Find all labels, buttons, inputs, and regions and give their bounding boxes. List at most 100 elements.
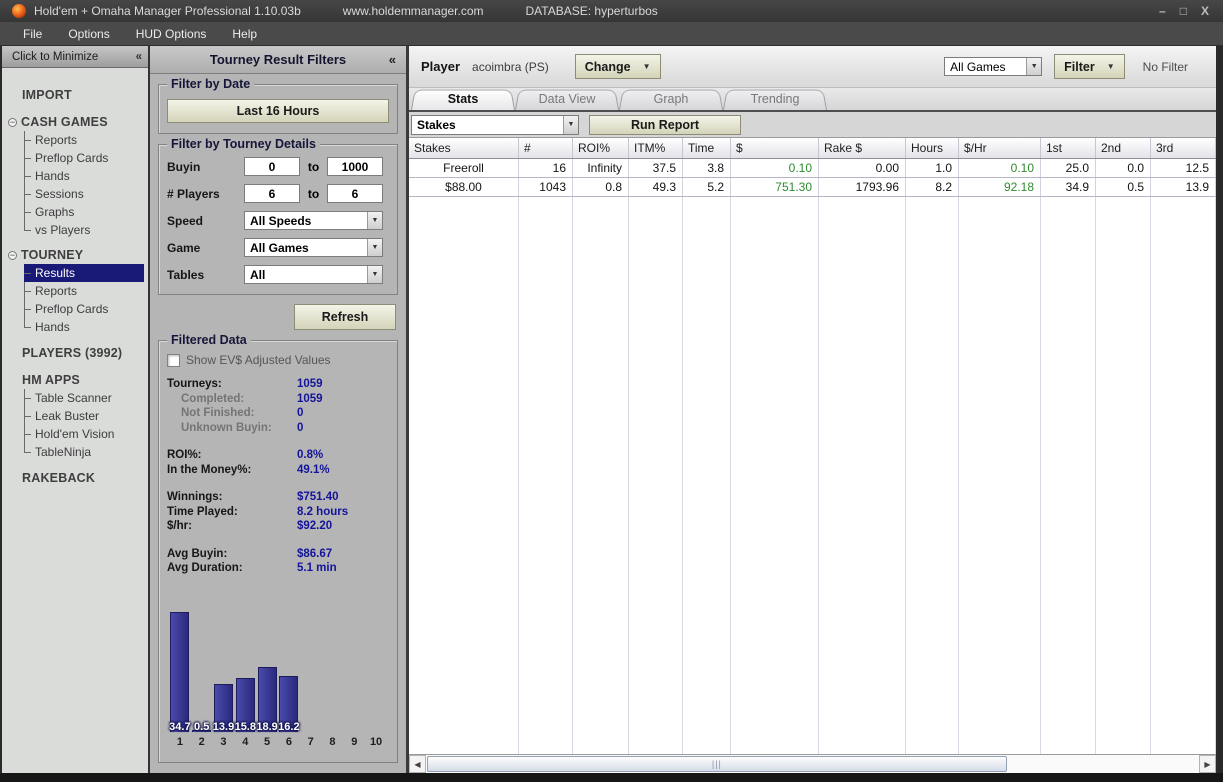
sidebar-item-tourney[interactable]: − TOURNEY [2,245,148,264]
stat-value: 5.1 min [297,562,337,574]
scrollbar-track[interactable]: ||| [426,755,1199,773]
buyin-to-input[interactable] [327,157,383,176]
sidebar-item-hm-apps[interactable]: HM APPS [2,370,148,389]
scroll-right-arrow-icon[interactable]: ▶ [1199,755,1216,773]
players-from-input[interactable] [244,184,300,203]
sidebar-item-import[interactable]: IMPORT [2,84,148,106]
col-header-itm[interactable]: ITM% [629,138,683,158]
sidebar-item-holdem-vision[interactable]: Hold'em Vision [24,425,144,443]
title-bar: Hold'em + Omaha Manager Professional 1.1… [0,0,1223,22]
chart-bar-value-label: 16.2 [278,721,300,733]
sidebar-item-tableninja[interactable]: TableNinja [24,443,144,461]
chevron-down-icon[interactable]: ▼ [563,115,578,134]
run-report-button[interactable]: Run Report [589,114,741,135]
tab-data-view[interactable]: Data View [515,88,619,110]
to-label: to [307,186,320,201]
tab-graph[interactable]: Graph [619,88,723,110]
minimize-button[interactable]: – [1159,5,1166,17]
sidebar-item-cash-preflop-cards[interactable]: Preflop Cards [24,149,144,167]
collapse-tree-icon[interactable]: − [8,117,17,127]
sidebar-item-cash-graphs[interactable]: Graphs [24,203,144,221]
scroll-left-arrow-icon[interactable]: ◀ [409,755,426,773]
collapse-panel-icon[interactable]: « [389,52,396,67]
tab-stats[interactable]: Stats [411,88,515,110]
chart-tick-label: 10 [369,736,383,748]
buyin-from-input[interactable] [244,157,300,176]
scrollbar-thumb[interactable]: ||| [427,756,1007,772]
filter-panel-title: Tourney Result Filters [209,52,347,67]
menu-hud-options[interactable]: HUD Options [123,23,220,45]
col-header-count[interactable]: # [519,138,573,158]
cell-time: 5.2 [683,178,731,196]
menu-help[interactable]: Help [219,23,270,45]
col-header-3rd[interactable]: 3rd [1151,138,1216,158]
sidebar-item-tourney-results[interactable]: Results [24,264,144,282]
col-header-rake[interactable]: Rake $ [819,138,906,158]
report-toolbar: Stakes ▼ Run Report [409,112,1216,138]
ev-adjusted-checkbox[interactable] [167,353,180,367]
results-table: Stakes # ROI% ITM% Time $ Rake $ Hours $… [409,138,1216,754]
player-name: acoimbra (PS) [472,59,549,74]
table-row[interactable]: $88.00 1043 0.8 49.3 5.2 751.30 1793.96 … [409,178,1216,197]
chevron-down-icon[interactable]: ▼ [367,212,382,229]
chart-bar [170,612,190,732]
filter-status-text: No Filter [1142,59,1188,74]
cell-rake: 0.00 [819,159,906,177]
sidebar-item-rakeback[interactable]: RAKEBACK [2,467,148,489]
tourney-filter-panel: Tourney Result Filters « Filter by Date … [150,46,409,773]
games-filter-select[interactable]: All Games ▼ [944,57,1043,76]
sidebar-item-table-scanner[interactable]: Table Scanner [24,389,144,407]
chart-bar-value-label: 34.7 [169,721,191,733]
filter-button[interactable]: Filter ▼ [1054,54,1125,79]
table-row[interactable]: Freeroll 16 Infinity 37.5 3.8 0.10 0.00 … [409,159,1216,178]
stat-value: 1059 [297,392,323,405]
tables-select[interactable]: All ▼ [244,265,383,284]
horizontal-scrollbar[interactable]: ◀ ||| ▶ [409,754,1216,773]
hm-apps-tree: Table Scanner Leak Buster Hold'em Vision… [24,389,148,461]
report-type-select[interactable]: Stakes ▼ [411,114,579,135]
chevron-down-icon[interactable]: ▼ [1026,58,1042,75]
players-to-input[interactable] [327,184,383,203]
sidebar-item-cash-hands[interactable]: Hands [24,167,144,185]
player-label: Player [421,59,461,74]
collapse-left-icon: « [135,50,142,63]
game-select[interactable]: All Games ▼ [244,238,383,257]
date-range-button[interactable]: Last 16 Hours [167,99,389,123]
maximize-button[interactable]: □ [1180,5,1187,17]
stat-value: $751.40 [297,491,339,503]
chart-tick-label: 2 [198,736,205,748]
sidebar-item-tourney-reports[interactable]: Reports [24,282,144,300]
close-button[interactable]: X [1201,5,1209,17]
menu-file[interactable]: File [10,23,55,45]
sidebar-item-leak-buster[interactable]: Leak Buster [24,407,144,425]
sidebar-minimize-button[interactable]: Click to Minimize « [2,46,148,68]
sidebar-item-tourney-preflop-cards[interactable]: Preflop Cards [24,300,144,318]
cell-rake: 1793.96 [819,178,906,196]
chevron-down-icon[interactable]: ▼ [367,239,382,256]
col-header-roi[interactable]: ROI% [573,138,629,158]
sidebar-item-cash-vs-players[interactable]: vs Players [24,221,144,239]
col-header-1st[interactable]: 1st [1041,138,1096,158]
refresh-button[interactable]: Refresh [294,304,396,330]
sidebar-item-cash-reports[interactable]: Reports [24,131,144,149]
col-header-hours[interactable]: Hours [906,138,959,158]
change-player-button[interactable]: Change ▼ [574,54,661,79]
col-header-dollars-per-hour[interactable]: $/Hr [959,138,1041,158]
sidebar-item-cash-games[interactable]: − CASH GAMES [2,112,148,131]
sidebar-item-players[interactable]: PLAYERS (3992) [2,342,148,364]
app-icon [12,4,26,18]
collapse-tree-icon[interactable]: − [8,250,17,260]
players-label: # Players [167,186,220,201]
col-header-dollars[interactable]: $ [731,138,819,158]
stat-label: In the Money%: [167,463,252,476]
chart-tick-label: 9 [351,736,358,748]
tab-trending[interactable]: Trending [723,88,827,110]
speed-select[interactable]: All Speeds ▼ [244,211,383,230]
menu-options[interactable]: Options [55,23,122,45]
sidebar-item-tourney-hands[interactable]: Hands [24,318,144,336]
chevron-down-icon[interactable]: ▼ [367,266,382,283]
col-header-stakes[interactable]: Stakes [409,138,519,158]
col-header-time[interactable]: Time [683,138,731,158]
col-header-2nd[interactable]: 2nd [1096,138,1151,158]
sidebar-item-cash-sessions[interactable]: Sessions [24,185,144,203]
